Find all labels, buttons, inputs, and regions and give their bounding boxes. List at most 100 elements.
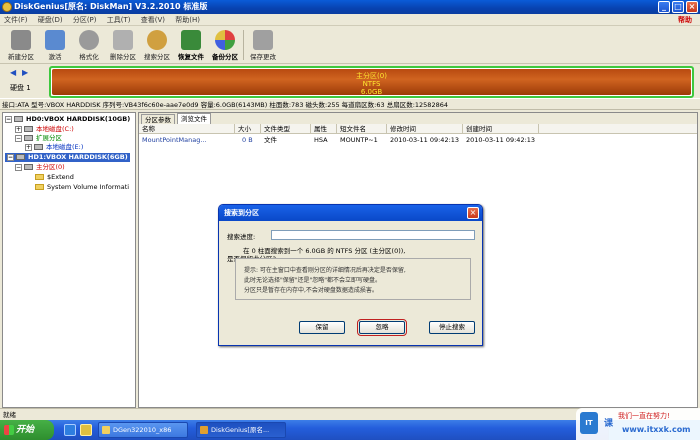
tree-node-extend[interactable]: $Extend xyxy=(35,173,74,182)
folder-icon xyxy=(102,426,110,434)
ignore-button[interactable]: 忽略 xyxy=(357,319,407,336)
save-changes-button[interactable]: 保存更改 xyxy=(246,28,280,62)
collapse-icon[interactable]: − xyxy=(7,153,14,161)
disk-tree[interactable]: − HD0:VBOX HARDDISK(10GB) + 本地磁盘(C:) − 扩展分区… xyxy=(2,112,136,408)
tree-node-local-c[interactable]: + 本地磁盘(C:) xyxy=(15,125,74,134)
new-partition-button[interactable]: 新建分区 xyxy=(4,28,38,62)
col-attr[interactable]: 属性 xyxy=(311,124,337,134)
partition-icon xyxy=(24,126,33,132)
partition-fill: 主分区(0) NTFS 6.0GB xyxy=(52,69,691,96)
tab-browse-files[interactable]: 浏览文件 xyxy=(177,113,211,124)
menu-tools[interactable]: 工具(T) xyxy=(103,14,135,26)
maximize-button[interactable]: □ xyxy=(672,1,684,13)
save-changes-icon xyxy=(253,30,273,50)
format-label: 格式化 xyxy=(79,53,99,61)
expand-icon[interactable]: + xyxy=(25,143,32,151)
col-name[interactable]: 名称 xyxy=(139,124,235,134)
menu-help[interactable]: 帮助(H) xyxy=(171,14,204,26)
delete-partition-button[interactable]: 删除分区 xyxy=(106,28,140,62)
found-partition-dialog: 搜索到分区 × 搜索进度: 在 0 柱面搜索到一个 6.0GB 的 NTFS 分… xyxy=(218,204,483,346)
file-short-name: MOUNTP~1 xyxy=(340,136,378,144)
menu-view[interactable]: 查看(V) xyxy=(137,14,169,26)
file-row[interactable]: MountPointManag... 0 B 文件 HSA MOUNTP~1 2… xyxy=(139,135,697,145)
hint-line-3: 分区只是暂存在内存中,不会对硬盘数据造成损害。 xyxy=(244,287,378,294)
delete-icon xyxy=(113,30,133,50)
start-button[interactable]: 开始 xyxy=(0,420,54,440)
backup-partition-button[interactable]: 备份分区 xyxy=(208,28,242,62)
minimize-button[interactable]: _ xyxy=(658,1,670,13)
keep-button[interactable]: 保留 xyxy=(299,321,345,334)
tree-node-svi[interactable]: System Volume Informati xyxy=(35,183,129,192)
file-type: 文件 xyxy=(264,136,277,144)
backup-partition-icon xyxy=(215,30,235,50)
activate-button[interactable]: 激活 xyxy=(38,28,72,62)
menu-disk[interactable]: 硬盘(D) xyxy=(34,14,67,26)
new-partition-label: 新建分区 xyxy=(8,53,34,61)
prev-disk-icon[interactable]: ◀ xyxy=(10,68,16,77)
backup-partition-label: 备份分区 xyxy=(212,53,238,61)
format-button[interactable]: 格式化 xyxy=(72,28,106,62)
tree-node-hd0[interactable]: − HD0:VBOX HARDDISK(10GB) xyxy=(5,115,130,124)
stop-search-button[interactable]: 停止搜索 xyxy=(429,321,475,334)
search-partition-icon xyxy=(147,30,167,50)
next-disk-icon[interactable]: ▶ xyxy=(22,68,28,77)
dialog-close-button[interactable]: × xyxy=(467,207,479,219)
recover-files-icon xyxy=(181,30,201,50)
tree-node-hd1[interactable]: − HD1:VBOX HARDDISK(6GB) xyxy=(5,153,130,162)
disk-info-bar: 接口:ATA 型号:VBOX HARDDISK 序列号:VB43f6c60e-a… xyxy=(0,98,700,110)
col-type[interactable]: 文件类型 xyxy=(261,124,311,134)
menu-file[interactable]: 文件(F) xyxy=(0,14,32,26)
taskbar-item-folder[interactable]: DGen322010_x86 xyxy=(98,422,188,438)
col-size[interactable]: 大小 xyxy=(235,124,261,134)
watermark-url: www.itxxk.com xyxy=(622,425,691,434)
activate-label: 激活 xyxy=(48,53,62,61)
help-link[interactable]: 帮助 xyxy=(674,14,696,26)
col-short-name[interactable]: 短文件名 xyxy=(337,124,387,134)
title-bar: DiskGenius[原名: DiskMan] V3.2.2010 标准版 _ … xyxy=(0,0,700,14)
file-modified: 2010-03-11 09:42:13 xyxy=(390,136,460,144)
expand-icon[interactable]: + xyxy=(15,125,22,133)
partition-fs: NTFS xyxy=(362,80,381,88)
toolbar: 新建分区 激活 格式化 删除分区 搜索分区 恢复文件 备份分区 保存更改 xyxy=(0,26,700,64)
partition-block[interactable]: 主分区(0) NTFS 6.0GB xyxy=(49,66,694,98)
hint-line-1: 提示: 可在主窗口中查看刚分区的详细情况后再决定是否保留, xyxy=(244,267,406,274)
file-created: 2010-03-11 09:42:13 xyxy=(466,136,536,144)
col-modified[interactable]: 修改时间 xyxy=(387,124,463,134)
menu-bar: 文件(F) 硬盘(D) 分区(P) 工具(T) 查看(V) 帮助(H) 帮助 xyxy=(0,14,700,26)
taskbar-item-diskgenius[interactable]: DiskGenius[原名... xyxy=(196,422,286,438)
file-size: 0 B xyxy=(242,136,253,144)
tree-label-svi: System Volume Informati xyxy=(47,183,130,191)
folder-icon xyxy=(35,174,44,180)
collapse-icon[interactable]: − xyxy=(15,134,22,142)
collapse-icon[interactable]: − xyxy=(15,163,22,171)
partition-name: 主分区(0) xyxy=(356,72,387,80)
file-list-header: 名称 大小 文件类型 属性 短文件名 修改时间 创建时间 xyxy=(139,124,697,134)
search-partition-button[interactable]: 搜索分区 xyxy=(140,28,174,62)
hint-box: 提示: 可在主窗口中查看刚分区的详细情况后再决定是否保留, 此时无论选择"保留"… xyxy=(235,258,471,300)
col-created[interactable]: 创建时间 xyxy=(463,124,539,134)
ie-icon[interactable] xyxy=(64,424,76,436)
tree-node-extended[interactable]: − 扩展分区 xyxy=(15,134,62,143)
start-label: 开始 xyxy=(16,425,35,435)
folder-icon xyxy=(35,184,44,190)
delete-partition-label: 删除分区 xyxy=(110,53,136,61)
close-button[interactable]: × xyxy=(686,1,698,13)
watermark-logo: IT xyxy=(580,412,598,434)
save-changes-label: 保存更改 xyxy=(250,53,276,61)
collapse-icon[interactable]: − xyxy=(5,115,12,123)
tree-label-local-c: 本地磁盘(C:) xyxy=(36,125,74,133)
tree-node-local-e[interactable]: + 本地磁盘(E:) xyxy=(25,143,83,152)
recover-files-button[interactable]: 恢复文件 xyxy=(174,28,208,62)
tree-label-extend: $Extend xyxy=(47,173,74,181)
watermark: IT 课 我们一直在努力! www.itxxk.com xyxy=(576,408,700,440)
explorer-icon[interactable] xyxy=(80,424,92,436)
disk-label: 硬盘 1 xyxy=(10,84,31,92)
tree-node-primary[interactable]: − 主分区(0) xyxy=(15,163,65,172)
harddisk-icon xyxy=(16,154,25,160)
disk-map: ◀ ▶ 硬盘 1 主分区(0) NTFS 6.0GB xyxy=(0,64,700,98)
menu-partition[interactable]: 分区(P) xyxy=(69,14,101,26)
tab-partition-params[interactable]: 分区参数 xyxy=(141,114,175,124)
file-attr: HSA xyxy=(314,136,328,144)
partition-size: 6.0GB xyxy=(360,88,383,96)
toolbar-separator xyxy=(243,30,244,60)
